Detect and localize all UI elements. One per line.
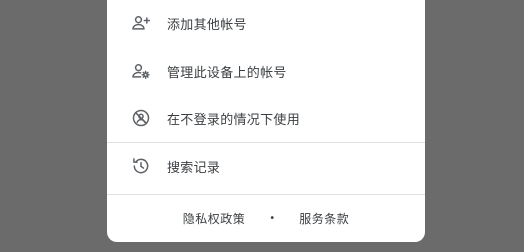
divider: [107, 194, 425, 195]
manage-accounts-icon: [130, 60, 152, 82]
menu-item-label: 管理此设备上的帐号: [167, 65, 287, 81]
menu-item-manage-accounts[interactable]: 管理此设备上的帐号: [107, 48, 425, 94]
account-menu-card: 添加其他帐号 管理此设备上的帐号 在不登录的情况下使用 搜索记录 隐私权政策 •…: [107, 0, 425, 242]
menu-item-add-account[interactable]: 添加其他帐号: [107, 0, 425, 46]
privacy-policy-link[interactable]: 隐私权政策: [183, 210, 246, 227]
terms-of-service-link[interactable]: 服务条款: [299, 210, 349, 227]
history-icon: [130, 155, 152, 177]
menu-item-search-history[interactable]: 搜索记录: [107, 143, 425, 189]
menu-item-use-without-account[interactable]: 在不登录的情况下使用: [107, 95, 425, 141]
footer-links: 隐私权政策 • 服务条款: [107, 204, 425, 232]
footer-separator: •: [269, 212, 276, 224]
menu-item-label: 添加其他帐号: [167, 17, 247, 33]
no-account-icon: [130, 107, 152, 129]
add-person-icon: [130, 12, 152, 34]
menu-item-label: 搜索记录: [167, 160, 221, 176]
menu-item-label: 在不登录的情况下使用: [167, 112, 301, 128]
